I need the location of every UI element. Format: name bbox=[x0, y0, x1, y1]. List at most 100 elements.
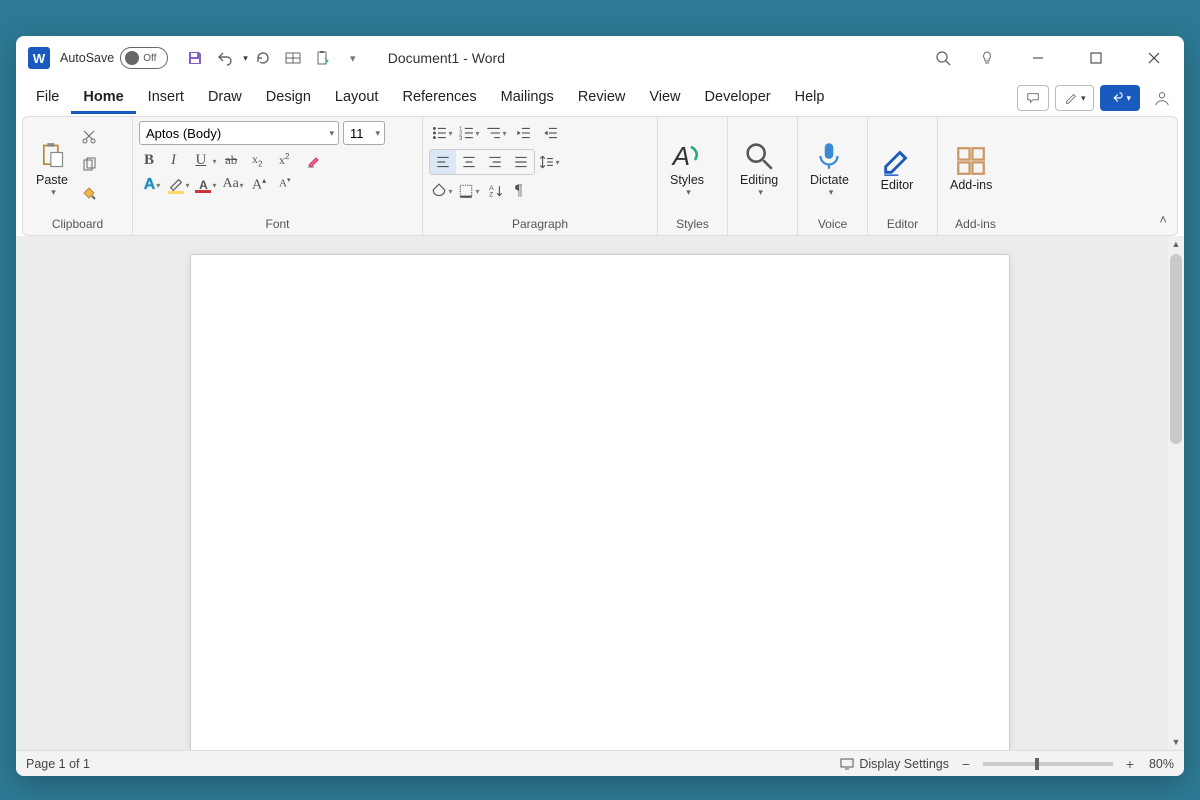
shading-button[interactable] bbox=[429, 179, 455, 203]
svg-text:Z: Z bbox=[489, 192, 493, 199]
tab-insert[interactable]: Insert bbox=[136, 83, 196, 114]
zoom-in-button[interactable]: + bbox=[1121, 756, 1139, 772]
align-left-button[interactable] bbox=[430, 150, 456, 174]
change-case-button[interactable]: Aa bbox=[220, 173, 246, 197]
grow-font-button[interactable]: A▴ bbox=[247, 173, 273, 197]
display-settings-button[interactable]: Display Settings bbox=[840, 757, 949, 771]
zoom-slider[interactable] bbox=[983, 762, 1113, 766]
sort-button[interactable]: AZ bbox=[483, 179, 509, 203]
tab-draw[interactable]: Draw bbox=[196, 83, 254, 114]
autosave-label: AutoSave bbox=[60, 51, 114, 65]
scroll-thumb[interactable] bbox=[1170, 254, 1182, 444]
shrink-font-button[interactable]: A▾ bbox=[274, 173, 300, 197]
font-group-label: Font bbox=[139, 215, 416, 235]
share-button[interactable]: ▾ bbox=[1100, 85, 1140, 111]
vertical-scrollbar[interactable]: ▲ ▼ bbox=[1168, 236, 1184, 750]
format-painter-icon[interactable] bbox=[77, 181, 101, 205]
tab-references[interactable]: References bbox=[390, 83, 488, 114]
tab-view[interactable]: View bbox=[637, 83, 692, 114]
show-marks-button[interactable]: ¶ bbox=[510, 179, 536, 203]
borders-button[interactable] bbox=[456, 179, 482, 203]
redo-icon[interactable] bbox=[250, 45, 276, 71]
word-window: W AutoSave Off ▾ ▾ Document1 - Word bbox=[16, 36, 1184, 776]
increase-indent-button[interactable] bbox=[537, 121, 563, 145]
voice-group-label: Voice bbox=[804, 215, 861, 235]
clear-formatting-icon[interactable] bbox=[301, 149, 327, 173]
word-logo-icon: W bbox=[28, 47, 50, 69]
editor-group-label: Editor bbox=[874, 215, 931, 235]
styles-icon: A bbox=[670, 139, 704, 173]
copy-icon[interactable] bbox=[77, 153, 101, 177]
scroll-down-icon[interactable]: ▼ bbox=[1168, 734, 1184, 750]
find-icon bbox=[742, 139, 776, 173]
highlight-button[interactable] bbox=[166, 173, 192, 197]
editing-mode-button[interactable]: ▾ bbox=[1055, 85, 1095, 111]
bullets-button[interactable] bbox=[429, 121, 455, 145]
tab-mailings[interactable]: Mailings bbox=[489, 83, 566, 114]
styles-button[interactable]: A Styles▾ bbox=[664, 121, 710, 215]
clipboard-group-label: Clipboard bbox=[29, 215, 126, 235]
font-size-combo[interactable]: 11 bbox=[343, 121, 385, 145]
qat-table-icon[interactable] bbox=[280, 45, 306, 71]
maximize-button[interactable] bbox=[1074, 42, 1118, 74]
paste-button[interactable]: Paste ▾ bbox=[29, 121, 75, 215]
minimize-button[interactable] bbox=[1016, 42, 1060, 74]
microphone-icon bbox=[812, 139, 846, 173]
qat-customize-icon[interactable]: ▾ bbox=[340, 45, 366, 71]
editor-icon bbox=[880, 144, 914, 178]
account-icon[interactable] bbox=[1148, 84, 1176, 112]
bold-button[interactable]: B bbox=[139, 149, 165, 173]
undo-dropdown[interactable]: ▾ bbox=[243, 53, 248, 64]
font-color-button[interactable]: A bbox=[193, 173, 219, 197]
tab-file[interactable]: File bbox=[24, 83, 71, 114]
line-spacing-button[interactable] bbox=[536, 150, 562, 174]
status-bar: Page 1 of 1 Display Settings − + 80% bbox=[16, 750, 1184, 776]
italic-button[interactable]: I bbox=[166, 149, 192, 173]
comments-button[interactable] bbox=[1017, 85, 1049, 111]
font-name-combo[interactable]: Aptos (Body) bbox=[139, 121, 339, 145]
text-effects-button[interactable]: A bbox=[139, 173, 165, 197]
ribbon-tabs: File Home Insert Draw Design Layout Refe… bbox=[16, 80, 1184, 116]
clipboard-icon bbox=[35, 139, 69, 173]
editor-button[interactable]: Editor bbox=[874, 121, 920, 215]
collapse-ribbon-button[interactable]: ˄ bbox=[1159, 212, 1167, 227]
addins-button[interactable]: Add-ins bbox=[944, 121, 998, 215]
close-button[interactable] bbox=[1132, 42, 1176, 74]
decrease-indent-button[interactable] bbox=[510, 121, 536, 145]
paragraph-group-label: Paragraph bbox=[429, 215, 651, 235]
tab-home[interactable]: Home bbox=[71, 83, 135, 114]
subscript-button[interactable]: x2 bbox=[247, 149, 273, 173]
strikethrough-button[interactable]: ab bbox=[220, 149, 246, 173]
tab-developer[interactable]: Developer bbox=[693, 83, 783, 114]
tab-layout[interactable]: Layout bbox=[323, 83, 391, 114]
window-title: Document1 - Word bbox=[388, 50, 928, 66]
underline-button[interactable]: U bbox=[193, 149, 219, 173]
page-indicator[interactable]: Page 1 of 1 bbox=[26, 757, 90, 771]
styles-group-label: Styles bbox=[664, 215, 721, 235]
title-bar: W AutoSave Off ▾ ▾ Document1 - Word bbox=[16, 36, 1184, 80]
align-right-button[interactable] bbox=[482, 150, 508, 174]
qat-paste-icon[interactable] bbox=[310, 45, 336, 71]
search-icon[interactable] bbox=[930, 45, 956, 71]
tab-review[interactable]: Review bbox=[566, 83, 638, 114]
multilevel-list-button[interactable] bbox=[483, 121, 509, 145]
autosave-toggle[interactable]: Off bbox=[120, 47, 168, 69]
document-page[interactable] bbox=[190, 254, 1010, 750]
tab-design[interactable]: Design bbox=[254, 83, 323, 114]
zoom-level[interactable]: 80% bbox=[1149, 757, 1174, 771]
superscript-button[interactable]: x2 bbox=[274, 149, 300, 173]
addins-icon bbox=[954, 144, 988, 178]
align-center-button[interactable] bbox=[456, 150, 482, 174]
justify-button[interactable] bbox=[508, 150, 534, 174]
editing-button[interactable]: Editing▾ bbox=[734, 121, 784, 215]
tab-help[interactable]: Help bbox=[783, 83, 837, 114]
zoom-out-button[interactable]: − bbox=[957, 756, 975, 772]
scroll-up-icon[interactable]: ▲ bbox=[1168, 236, 1184, 252]
undo-icon[interactable] bbox=[212, 45, 238, 71]
lightbulb-icon[interactable] bbox=[974, 45, 1000, 71]
svg-text:3: 3 bbox=[460, 136, 463, 141]
numbering-button[interactable]: 123 bbox=[456, 121, 482, 145]
dictate-button[interactable]: Dictate▾ bbox=[804, 121, 855, 215]
save-icon[interactable] bbox=[182, 45, 208, 71]
cut-icon[interactable] bbox=[77, 125, 101, 149]
